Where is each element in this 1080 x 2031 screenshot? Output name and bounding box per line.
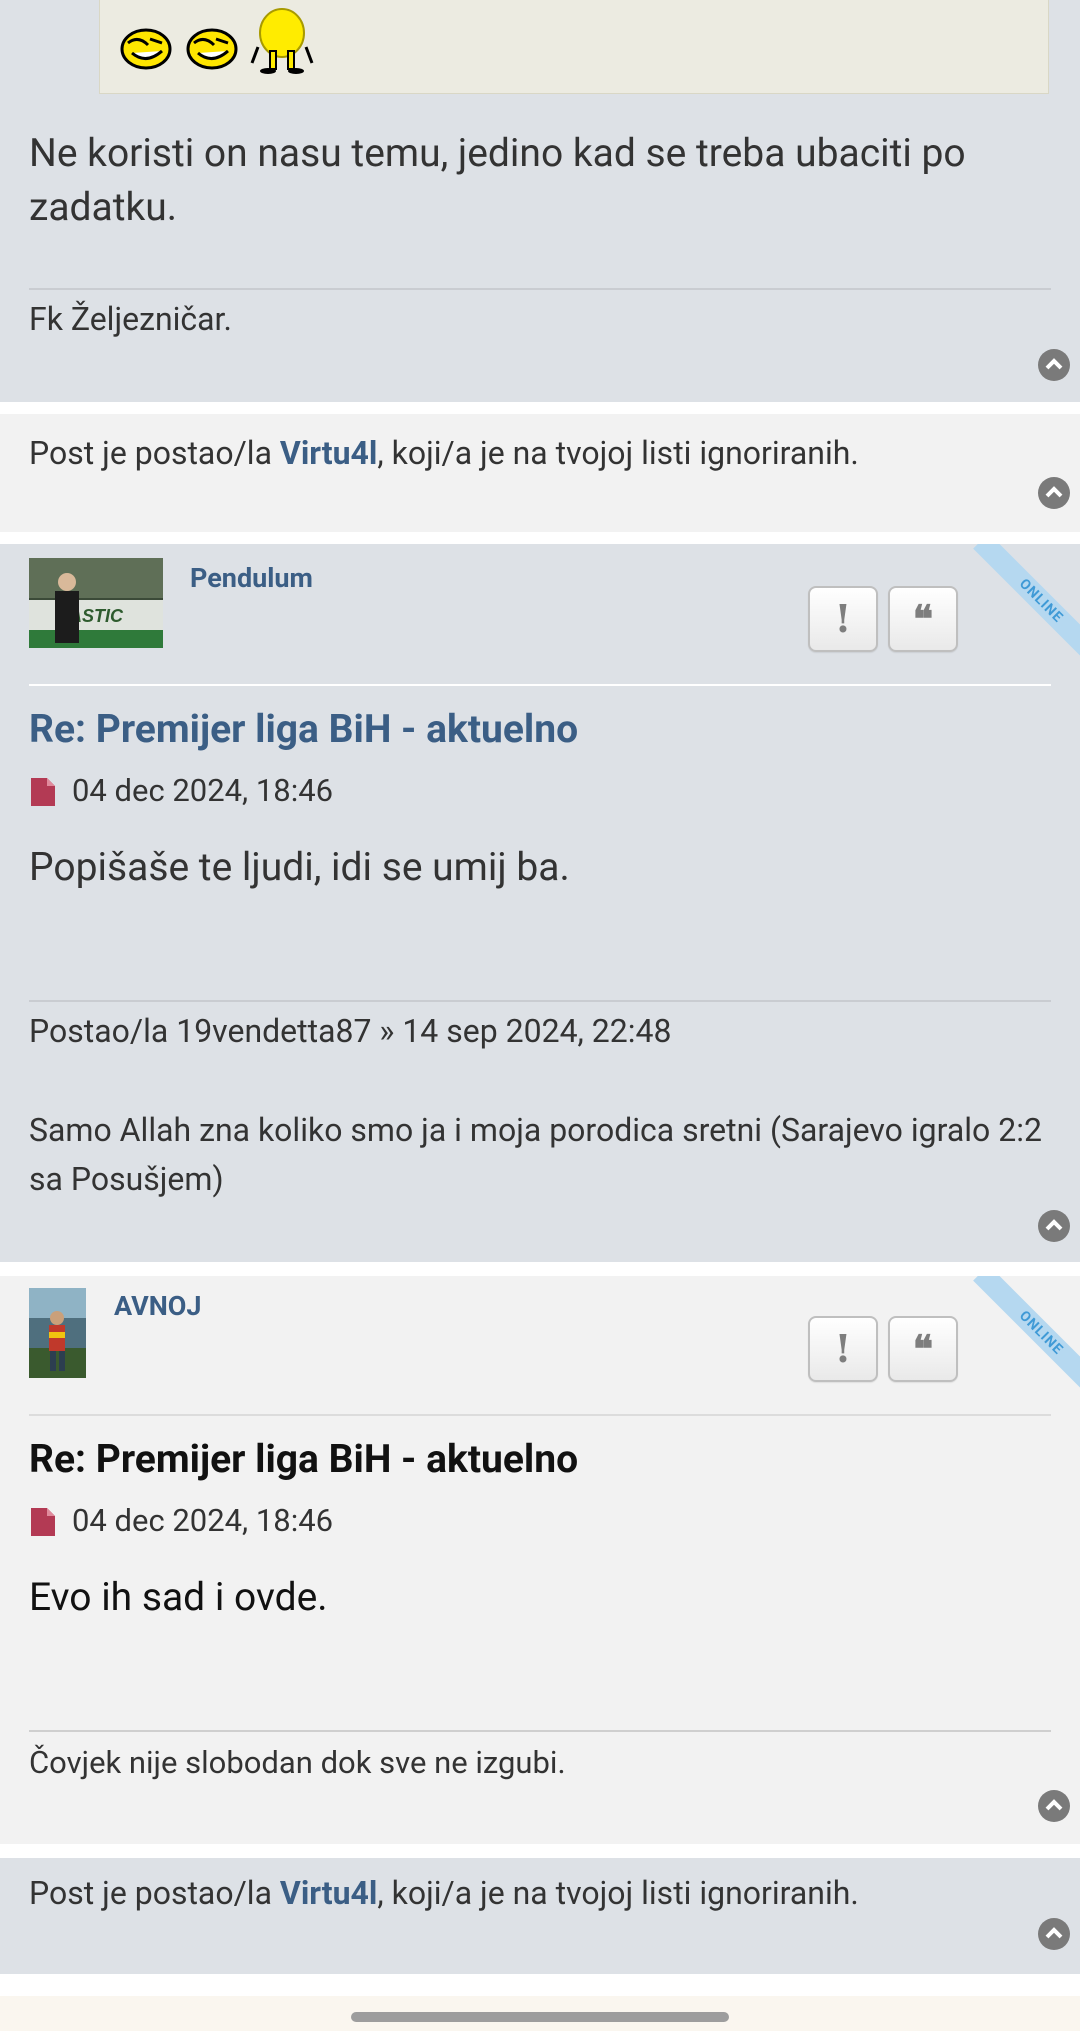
ignored-prefix: Post je postao/la bbox=[29, 434, 280, 472]
post-body: Evo ih sad i ovde. bbox=[29, 1574, 328, 1620]
back-to-top-button[interactable] bbox=[1038, 349, 1070, 381]
signature-quote-header: Postao/la 19vendetta87 » 14 sep 2024, 22… bbox=[29, 1012, 672, 1050]
post-avnoj: ONLINE AVNOJ ! ❝ Re: Premijer liga BiH -… bbox=[0, 1276, 1080, 1844]
ignored-notice: Post je postao/la Virtu4l, koji/a je na … bbox=[29, 1874, 1051, 1912]
laughing-smiley-icon bbox=[120, 28, 172, 70]
ignored-suffix: , koji/a je na tvojoj listi ignoriranih. bbox=[377, 1874, 859, 1912]
signature-divider bbox=[29, 1000, 1051, 1002]
avatar[interactable] bbox=[29, 1288, 86, 1378]
ignored-post: Post je postao/la Virtu4l, koji/a je na … bbox=[0, 1858, 1080, 1974]
dancing-smiley-icon bbox=[250, 8, 314, 74]
report-button[interactable]: ! bbox=[808, 586, 878, 652]
chevron-up-icon bbox=[1045, 1219, 1063, 1231]
back-to-top-button[interactable] bbox=[1038, 1210, 1070, 1242]
back-to-top-button[interactable] bbox=[1038, 1790, 1070, 1822]
post-header-divider bbox=[29, 684, 1051, 686]
username-link[interactable]: Pendulum bbox=[190, 562, 313, 594]
chevron-up-icon bbox=[1045, 1799, 1063, 1811]
post-title-link[interactable]: Re: Premijer liga BiH - aktuelno bbox=[29, 1436, 578, 1482]
back-to-top-button[interactable] bbox=[1038, 1918, 1070, 1950]
chevron-up-icon bbox=[1045, 1927, 1063, 1939]
post-title-link[interactable]: Re: Premijer liga BiH - aktuelno bbox=[29, 706, 578, 752]
username-link[interactable]: AVNOJ bbox=[114, 1290, 201, 1322]
online-badge: ONLINE bbox=[973, 544, 1080, 669]
post-date: 04 dec 2024, 18:46 bbox=[72, 772, 334, 809]
signature-divider bbox=[29, 1730, 1051, 1732]
quote-button[interactable]: ❝ bbox=[888, 586, 958, 652]
signature-divider bbox=[29, 288, 1051, 290]
post-body: Ne koristi on nasu temu, jedino kad se t… bbox=[29, 130, 966, 230]
post-icon[interactable] bbox=[29, 776, 57, 808]
signature: Fk Željezničar. bbox=[29, 300, 232, 338]
ignored-prefix: Post je postao/la bbox=[29, 1874, 280, 1912]
chevron-up-icon bbox=[1045, 486, 1063, 498]
ignored-post: Post je postao/la Virtu4l, koji/a je na … bbox=[0, 414, 1080, 532]
chevron-up-icon bbox=[1045, 358, 1063, 370]
laughing-smiley-icon bbox=[186, 28, 238, 70]
signature-quote-text: Samo Allah zna koliko smo ja i moja poro… bbox=[29, 1111, 1042, 1198]
post-header-divider bbox=[29, 1414, 1051, 1416]
online-badge: ONLINE bbox=[973, 1276, 1080, 1401]
post-pendulum: ONLINE ASTIC Pendulum ! ❝ Re: Premijer l… bbox=[0, 544, 1080, 1262]
avatar[interactable]: ASTIC bbox=[29, 558, 163, 648]
post-date: 04 dec 2024, 18:46 bbox=[72, 1502, 334, 1539]
ignored-notice: Post je postao/la Virtu4l, koji/a je na … bbox=[29, 434, 1051, 472]
post-body: Popišaše te ljudi, idi se umij ba. bbox=[29, 844, 570, 890]
quote-box bbox=[99, 0, 1049, 94]
ignored-suffix: , koji/a je na tvojoj listi ignoriranih. bbox=[377, 434, 859, 472]
home-indicator[interactable] bbox=[351, 2012, 729, 2022]
back-to-top-button[interactable] bbox=[1038, 477, 1070, 509]
signature: Čovjek nije slobodan dok sve ne izgubi. bbox=[29, 1744, 566, 1781]
post-previous: Ne koristi on nasu temu, jedino kad se t… bbox=[0, 0, 1080, 402]
ignored-user-link[interactable]: Virtu4l bbox=[280, 1874, 377, 1912]
ignored-user-link[interactable]: Virtu4l bbox=[280, 434, 377, 472]
post-icon[interactable] bbox=[29, 1506, 57, 1538]
report-button[interactable]: ! bbox=[808, 1316, 878, 1382]
quote-button[interactable]: ❝ bbox=[888, 1316, 958, 1382]
